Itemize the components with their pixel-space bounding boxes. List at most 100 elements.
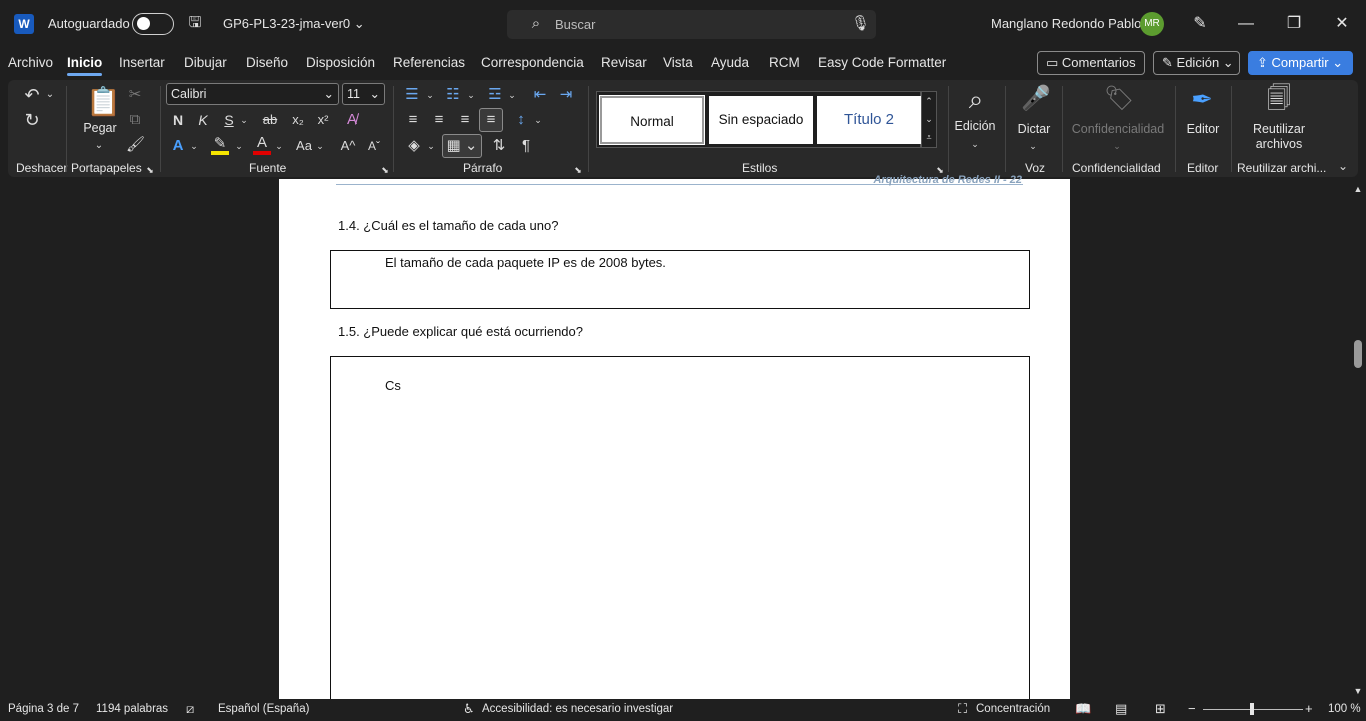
font-name-select[interactable]: Calibri ⌄	[166, 83, 339, 105]
multilevel-list-icon[interactable]: ☲	[485, 86, 505, 104]
document-title[interactable]: GP6-PL3-23-jma-ver0 ⌄	[223, 16, 365, 32]
chevron-down-icon[interactable]: ⌄	[424, 86, 436, 104]
close-button[interactable]: ✕	[1330, 12, 1354, 36]
dialog-launcher-icon[interactable]: ⬊	[380, 161, 390, 179]
tab-ayuda[interactable]: Ayuda	[711, 55, 749, 70]
tab-dibujar[interactable]: Dibujar	[184, 55, 227, 70]
document-page[interactable]: Arquitectura de Redes II - 22 1.4. ¿Cuál…	[279, 174, 1070, 701]
designer-pen-icon[interactable]: ✎	[1188, 12, 1212, 36]
tab-inicio[interactable]: Inicio	[67, 55, 103, 76]
dialog-launcher-icon[interactable]: ⬊	[145, 161, 155, 179]
vertical-scrollbar[interactable]	[1350, 179, 1366, 699]
zoom-slider-knob[interactable]	[1250, 703, 1254, 715]
borders-icon[interactable]: ▦ ⌄	[442, 134, 482, 158]
search-box[interactable]: ⌕ Buscar 🎙	[507, 10, 876, 39]
text-effects-icon[interactable]: A	[168, 137, 188, 155]
share-button[interactable]: ⇪ Compartir ⌄	[1248, 51, 1353, 75]
user-name[interactable]: Manglano Redondo Pablo	[991, 16, 1141, 31]
style-normal[interactable]: Normal	[599, 95, 705, 145]
tab-easy-code-formatter[interactable]: Easy Code Formatter	[818, 55, 946, 70]
reuse-files-icon[interactable]: 🗐	[1264, 84, 1294, 114]
reuse-files-button[interactable]: Reutilizar	[1245, 122, 1313, 136]
copy-icon[interactable]: ⧉	[126, 111, 144, 129]
chevron-down-icon[interactable]: ⌄	[923, 110, 935, 128]
style-titulo-2[interactable]: Título 2	[817, 96, 921, 144]
chevron-down-icon[interactable]: ⌄	[238, 111, 250, 129]
scroll-down-icon[interactable]: ▼	[1351, 682, 1365, 700]
undo-icon[interactable]: ↶	[22, 86, 42, 104]
chevron-down-icon[interactable]: ⌄	[1027, 137, 1039, 155]
tab-revisar[interactable]: Revisar	[601, 55, 647, 70]
avatar[interactable]: MR	[1140, 12, 1164, 36]
numbering-icon[interactable]: ☷	[443, 86, 463, 104]
strikethrough-button[interactable]: ab	[259, 111, 281, 129]
microphone-icon[interactable]: 🎤	[1021, 84, 1051, 114]
justify-icon[interactable]: ≡	[479, 108, 503, 132]
reuse-files-button-line2[interactable]: archivos	[1245, 137, 1313, 151]
sort-icon[interactable]: ⇅	[489, 137, 509, 155]
answer-box-1-5[interactable]: Cs	[330, 356, 1030, 701]
chevron-down-icon[interactable]: ⌄	[506, 86, 518, 104]
minimize-button[interactable]: —	[1234, 12, 1258, 36]
restore-button[interactable]: ❐	[1282, 12, 1306, 36]
chevron-down-icon[interactable]: ⌄	[188, 137, 200, 155]
increase-indent-icon[interactable]: ⇥	[556, 86, 576, 104]
superscript-icon[interactable]: x²	[314, 111, 332, 129]
italic-button[interactable]: K	[194, 111, 212, 129]
proofing-icon[interactable]: ⧄	[186, 701, 194, 717]
tab-diseno[interactable]: Diseño	[246, 55, 288, 70]
answer-box-1-4[interactable]: El tamaño de cada paquete IP es de 2008 …	[330, 250, 1030, 309]
chevron-down-icon[interactable]: ⌄	[425, 137, 437, 155]
dialog-launcher-icon[interactable]: ⬊	[573, 161, 583, 179]
word-count[interactable]: 1194 palabras	[96, 703, 168, 715]
grow-font-icon[interactable]: A^	[338, 137, 358, 155]
style-sin-espaciado[interactable]: Sin espaciado	[709, 96, 813, 144]
zoom-level[interactable]: 100 %	[1328, 703, 1361, 715]
tab-referencias[interactable]: Referencias	[393, 55, 465, 70]
search-input[interactable]: Buscar	[555, 17, 595, 32]
tab-insertar[interactable]: Insertar	[119, 55, 165, 70]
align-left-icon[interactable]: ≡	[403, 111, 423, 129]
clear-formatting-icon[interactable]: A̸	[342, 111, 362, 129]
chevron-down-icon[interactable]: ⌄	[314, 137, 326, 155]
accessibility-status[interactable]: Accesibilidad: es necesario investigar	[482, 703, 673, 715]
underline-button[interactable]: S	[220, 111, 238, 129]
bullets-icon[interactable]: ☰	[402, 86, 422, 104]
tab-archivo[interactable]: Archivo	[8, 55, 53, 70]
autosave-toggle[interactable]	[132, 13, 174, 35]
scroll-thumb[interactable]	[1354, 340, 1362, 368]
show-formatting-icon[interactable]: ¶	[516, 137, 536, 155]
shading-icon[interactable]: ◈	[404, 137, 424, 155]
comments-button[interactable]: ▭ Comentarios	[1037, 51, 1145, 75]
tab-disposicion[interactable]: Disposición	[306, 55, 375, 70]
line-spacing-icon[interactable]: ↕	[511, 111, 531, 129]
dictate-button[interactable]: Dictar	[1014, 122, 1054, 136]
microphone-icon[interactable]: 🎙	[851, 15, 870, 33]
editing-mode-button[interactable]: ✎ Edición ⌄	[1153, 51, 1240, 75]
align-right-icon[interactable]: ≡	[455, 111, 475, 129]
chevron-down-icon[interactable]: ⌄	[233, 137, 245, 155]
decrease-indent-icon[interactable]: ⇤	[530, 86, 550, 104]
editor-button[interactable]: Editor	[1183, 122, 1223, 136]
chevron-down-icon[interactable]: ⌄	[44, 86, 56, 104]
focus-mode-button[interactable]: Concentración	[976, 703, 1050, 715]
bold-button[interactable]: N	[169, 111, 187, 129]
language-indicator[interactable]: Español (España)	[218, 703, 309, 715]
tab-rcm[interactable]: RCM	[769, 55, 800, 70]
chevron-down-icon[interactable]: ⌄	[465, 86, 477, 104]
chevron-down-icon[interactable]: ⌄	[92, 137, 106, 155]
align-center-icon[interactable]: ≡	[429, 111, 449, 129]
scroll-up-icon[interactable]: ▲	[1351, 180, 1365, 198]
more-styles-icon[interactable]: ⩡	[923, 128, 935, 146]
web-layout-icon[interactable]: ⊞	[1155, 701, 1166, 717]
cut-icon[interactable]: ✂	[126, 86, 144, 104]
collapse-ribbon-icon[interactable]: ⌄	[1336, 157, 1350, 175]
print-layout-icon[interactable]: ▤	[1115, 701, 1127, 717]
styles-scroll[interactable]: ⌃ ⌄ ⩡	[921, 91, 937, 148]
page-count[interactable]: Página 3 de 7	[8, 703, 79, 715]
redo-icon[interactable]: ↻	[22, 111, 42, 129]
chevron-down-icon[interactable]: ⌄	[273, 137, 285, 155]
subscript-icon[interactable]: x₂	[289, 111, 307, 129]
paste-button[interactable]: Pegar	[82, 121, 118, 135]
find-icon[interactable]: ⌕	[960, 84, 992, 114]
